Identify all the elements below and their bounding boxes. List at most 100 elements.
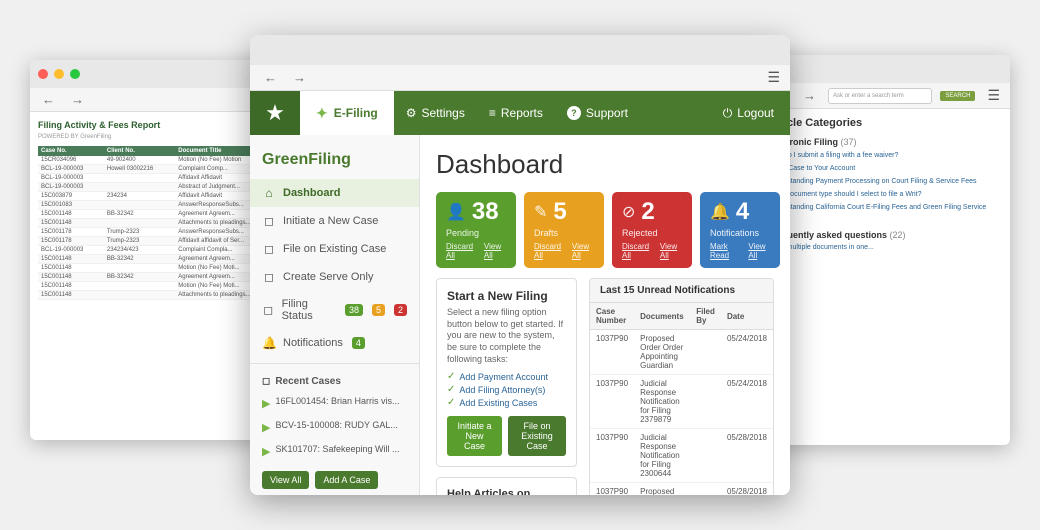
article-payment-processing[interactable]: Understanding Payment Processing on Cour… <box>768 177 1002 186</box>
notif-actions: Mark Read View All <box>710 242 770 260</box>
pending-discard-link[interactable]: Discard All <box>446 242 476 260</box>
case-icon-1: ▶ <box>262 397 270 410</box>
dashboard-title: Dashboard <box>436 149 774 180</box>
filing-status-label: Filing Status <box>282 298 336 322</box>
notif-number: 4 <box>736 200 749 224</box>
main-body: GreenFiling ⌂ Dashboard ◻ Initiate a New… <box>250 135 790 495</box>
pending-view-link[interactable]: View All <box>484 242 506 260</box>
app-logo: ★ <box>250 91 300 135</box>
table-cell: BCL-19-000003 <box>38 183 104 192</box>
logo-icon: ★ <box>265 100 285 126</box>
article-add-case[interactable]: Add a Case to Your Account <box>768 164 1002 173</box>
sidebar-item-create-serve[interactable]: ◻ Create Serve Only <box>250 263 419 291</box>
minimize-dot <box>54 69 64 79</box>
efiling-category: Electronic Filing (37) <box>768 137 1002 147</box>
sidebar-logo-text: GreenFiling <box>262 151 351 168</box>
table-row: 15CR03409649-902400Motion (No Fee) Motio… <box>38 156 282 165</box>
drafts-discard-link[interactable]: Discard All <box>534 242 564 260</box>
right-hamburger-icon[interactable]: ☰ <box>987 87 1000 104</box>
case-text-3: SK101707: Safekeeping Will ... <box>275 444 399 456</box>
sidebar-item-file-existing[interactable]: ◻ File on Existing Case <box>250 235 419 263</box>
add-existing-cases-link[interactable]: Add Existing Cases <box>447 397 566 408</box>
forward-arrow-icon[interactable]: → <box>67 90 88 109</box>
table-cell: 15C003879 <box>38 192 104 201</box>
drafts-number: 5 <box>553 200 566 224</box>
filing-status-draft-badge: 5 <box>372 304 385 316</box>
efiling-label: E-Filing <box>334 106 378 120</box>
initiate-label: Initiate a New Case <box>283 215 378 227</box>
faq-item-1[interactable]: Filing multiple documents in one... <box>768 244 1002 251</box>
table-cell: 49-902400 <box>104 156 175 165</box>
file-on-existing-button[interactable]: File on Existing Case <box>508 416 566 456</box>
support-icon: ? <box>567 106 581 120</box>
drafts-view-link[interactable]: View All <box>572 242 594 260</box>
main-back-icon[interactable]: ← <box>260 68 281 87</box>
table-row: 15C001178Trump-2323Affidavit affidavit o… <box>38 237 282 246</box>
sidebar: GreenFiling ⌂ Dashboard ◻ Initiate a New… <box>250 135 420 495</box>
close-dot <box>38 69 48 79</box>
tab-support[interactable]: ? Support <box>555 91 640 135</box>
content-area: Dashboard 👤 38 Pending Discard All View … <box>420 135 790 495</box>
settings-icon: ⚙ <box>406 106 417 120</box>
recent-case-3[interactable]: ▶ SK101707: Safekeeping Will ... <box>250 439 419 463</box>
table-cell: BB-32342 <box>104 255 175 264</box>
logout-icon: ⏻ <box>723 106 733 121</box>
table-cell: 15CR034096 <box>38 156 104 165</box>
back-arrow-icon[interactable]: ← <box>38 90 59 109</box>
sidebar-item-filing-status[interactable]: ◻ Filing Status 38 5 2 <box>250 291 419 329</box>
settings-label: Settings <box>422 106 465 120</box>
forward-arrow-r-icon[interactable]: → <box>799 86 820 105</box>
recent-cases-label: Recent Cases <box>275 376 341 387</box>
rejected-view-link[interactable]: View All <box>660 242 682 260</box>
pending-number: 38 <box>472 200 499 224</box>
tab-efiling[interactable]: ✦ E-Filing <box>300 91 394 135</box>
tab-settings[interactable]: ⚙ Settings <box>394 91 477 135</box>
add-case-button[interactable]: Add A Case <box>315 471 378 489</box>
powered-by: POWERED BY GreenFiling <box>38 134 282 140</box>
initiate-new-case-button[interactable]: Initiate a New Case <box>447 416 502 456</box>
dashboard-label: Dashboard <box>283 187 340 199</box>
article-ca-fees[interactable]: Understanding California Court E-Filing … <box>768 203 1002 221</box>
drafts-actions: Discard All View All <box>534 242 594 260</box>
notif-view-link[interactable]: View All <box>748 242 770 260</box>
recent-case-2[interactable]: ▶ BCV-15-100008: RUDY GAL... <box>250 415 419 439</box>
recent-case-1[interactable]: ▶ 16FL001454: Brian Harris vis... <box>250 391 419 415</box>
table-row: 15C003879234234Affidavit Affidavit <box>38 192 282 201</box>
back-right-navbar: ← → Ask or enter a search term SEARCH ☰ <box>760 83 1010 109</box>
rejected-discard-link[interactable]: Discard All <box>622 242 652 260</box>
sidebar-item-dashboard[interactable]: ⌂ Dashboard <box>250 179 419 207</box>
tab-reports[interactable]: ≡ Reports <box>477 91 555 135</box>
filing-status-icon: ◻ <box>262 303 275 317</box>
table-cell: 15C001148 <box>38 282 104 291</box>
notif-row: 1037P90Proposed Order Order Appointing G… <box>590 330 773 375</box>
notif-cell: 1037P90 <box>590 330 634 375</box>
stat-rejected: ⊘ 2 Rejected Discard All View All <box>612 192 692 268</box>
notif-cell: Proposed Order Order Appointing Guardian <box>634 330 690 375</box>
table-cell: 15C001083 <box>38 201 104 210</box>
article-fee-waiver[interactable]: How do I submit a filing with a fee waiv… <box>768 151 1002 160</box>
view-all-button[interactable]: View All <box>262 471 309 489</box>
recent-cases-title: ◻ Recent Cases <box>250 370 419 391</box>
logout-button[interactable]: ⏻ Logout <box>707 91 790 135</box>
notif-mark-read-link[interactable]: Mark Read <box>710 242 740 260</box>
main-forward-icon[interactable]: → <box>289 68 310 87</box>
sidebar-item-notifications[interactable]: 🔔 Notifications 4 <box>250 329 419 357</box>
notif-label: Notifications <box>710 228 770 238</box>
table-row: 15C001148BB-32342Agreement Agreem... <box>38 210 282 219</box>
add-attorney-link[interactable]: Add Filing Attorney(s) <box>447 384 566 395</box>
article-writ[interactable]: What document type should I select to fi… <box>768 190 1002 199</box>
case-text-1: 16FL001454: Brian Harris vis... <box>275 396 399 408</box>
help-search-button[interactable]: SEARCH <box>940 91 975 101</box>
table-cell: Howell 03002216 <box>104 165 175 174</box>
add-payment-link[interactable]: Add Payment Account <box>447 371 566 382</box>
pending-actions: Discard All View All <box>446 242 506 260</box>
table-cell: BCL-19-000003 <box>38 165 104 174</box>
rejected-actions: Discard All View All <box>622 242 682 260</box>
main-hamburger-icon[interactable]: ☰ <box>767 69 780 86</box>
table-row: 15C001148Attachments to pleadings... <box>38 219 282 228</box>
notif-cell: 1037P90 <box>590 429 634 483</box>
recent-cases-icon: ◻ <box>262 376 270 387</box>
sidebar-item-initiate[interactable]: ◻ Initiate a New Case <box>250 207 419 235</box>
file-existing-label: File on Existing Case <box>283 243 386 255</box>
back-right-titlebar <box>760 55 1010 83</box>
